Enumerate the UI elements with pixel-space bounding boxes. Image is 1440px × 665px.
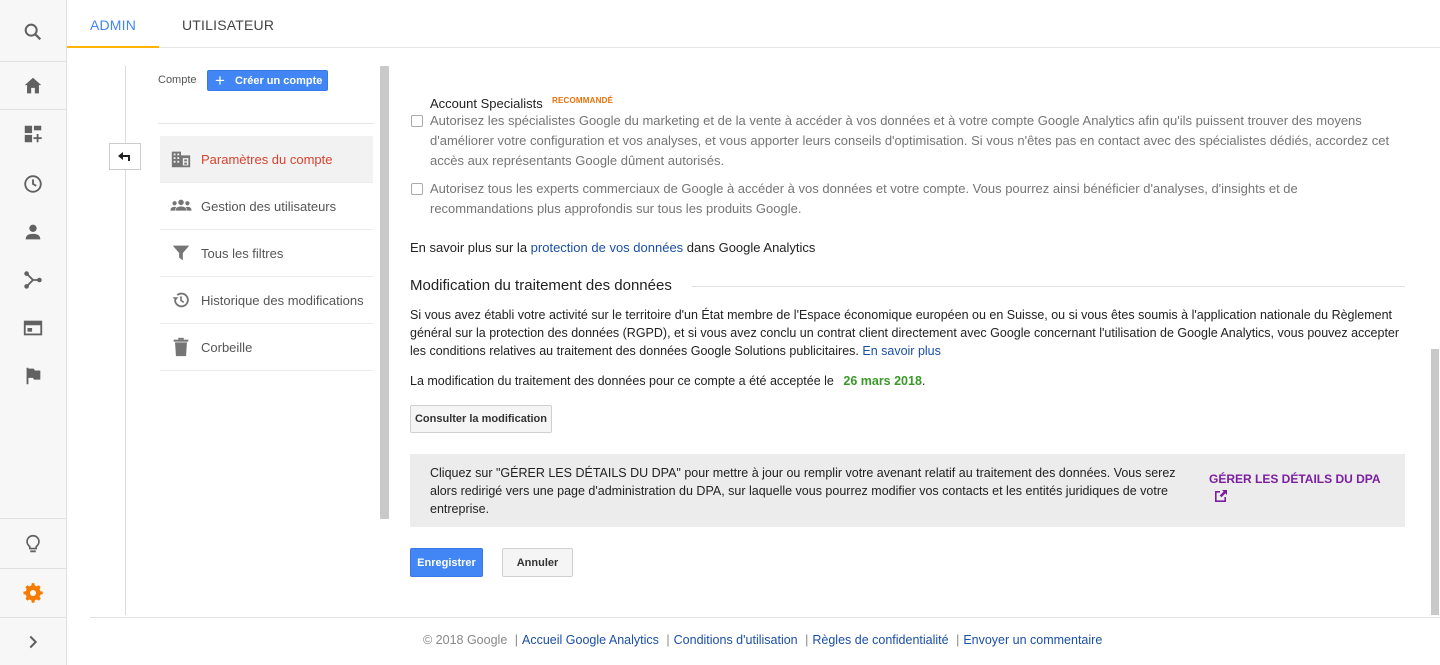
external-link-icon[interactable] [1213,488,1229,504]
main-scrollbar[interactable] [1431,349,1439,615]
footer-link-feedback[interactable]: Envoyer un commentaire [963,633,1102,647]
trash-icon [160,336,201,358]
tab-user[interactable]: UTILISATEUR [182,0,274,48]
nav-item-trash[interactable]: Corbeille [160,324,373,371]
expand-chevron-icon[interactable] [0,619,66,665]
behavior-icon[interactable] [0,305,66,351]
gear-icon[interactable] [0,570,66,616]
lightbulb-icon[interactable] [0,521,66,567]
acquisition-icon[interactable] [0,257,66,303]
experts-checkbox[interactable] [411,183,423,195]
specialists-checkbox-label: Autorisez les spécialistes Google du mar… [430,113,1390,168]
people-icon [160,195,201,217]
recommended-badge: RECOMMANDÉ [552,96,614,105]
clock-icon[interactable] [0,161,66,207]
account-specialists-title: Account Specialists [430,96,543,111]
customization-icon[interactable] [0,111,66,157]
save-button[interactable]: Enregistrer [410,548,483,577]
ga-admin-page: ADMIN UTILISATEUR Compte + Créer un comp… [0,0,1440,665]
flag-icon[interactable] [0,353,66,399]
nav-item-account-settings[interactable]: Paramètres du compte [160,136,373,183]
left-rail [0,0,67,665]
history-icon [160,289,201,311]
account-label: Compte [158,74,197,86]
nav-item-label: Historique des modifications [201,292,364,308]
copyright: © 2018 Google [423,633,508,647]
tab-admin[interactable]: ADMIN [67,0,159,48]
person-icon[interactable] [0,209,66,255]
nav-item-label: Corbeille [201,339,253,355]
building-icon [160,148,201,170]
section-title: Modification du traitement des données [410,277,672,294]
experts-checkbox-label: Autorisez tous les experts commerciaux d… [430,181,1298,216]
footer-link-privacy[interactable]: Règles de confidentialité [812,633,948,647]
nav-item-change-history[interactable]: Historique des modifications [160,277,373,324]
create-account-button[interactable]: + Créer un compte [207,70,328,91]
create-account-label: Créer un compte [235,74,323,87]
home-icon[interactable] [0,63,66,109]
back-button[interactable] [109,143,141,170]
cancel-button[interactable]: Annuler [502,548,573,577]
acceptance-status: La modification du traitement des donnée… [410,374,926,388]
footer: © 2018 Google | Accueil Google Analytics … [423,633,1103,647]
view-amendment-button[interactable]: Consulter la modification [410,405,552,433]
nav-item-all-filters[interactable]: Tous les filtres [160,230,373,277]
nav-item-label: Paramètres du compte [201,151,333,167]
dpa-notice-text: Cliquez sur "GÉRER LES DÉTAILS DU DPA" p… [430,466,1176,516]
footer-link-terms[interactable]: Conditions d'utilisation [674,633,798,647]
gdpr-paragraph: Si vous avez établi votre activité sur l… [410,308,1400,358]
search-icon[interactable] [0,9,66,55]
dpa-notice-box: Cliquez sur "GÉRER LES DÉTAILS DU DPA" p… [410,454,1405,527]
acceptance-date: 26 mars 2018 [843,374,922,388]
nav-scrollbar[interactable] [380,66,389,519]
back-arrow-icon [118,151,130,161]
manage-dpa-link[interactable]: GÉRER LES DÉTAILS DU DPA [1209,472,1381,486]
nav-item-label: Gestion des utilisateurs [201,198,337,214]
nav-item-label: Tous les filtres [201,245,284,261]
data-protection-link[interactable]: protection de vos données [531,240,684,255]
nav-item-user-management[interactable]: Gestion des utilisateurs [160,183,373,230]
learn-more-line: En savoir plus sur la protection de vos … [410,240,816,255]
specialists-checkbox[interactable] [411,115,423,127]
admin-tabs: ADMIN UTILISATEUR [67,0,1440,48]
learn-more-link[interactable]: En savoir plus [862,344,941,358]
footer-link-home[interactable]: Accueil Google Analytics [522,633,659,647]
filter-icon [160,242,201,264]
plus-icon: + [215,70,225,90]
